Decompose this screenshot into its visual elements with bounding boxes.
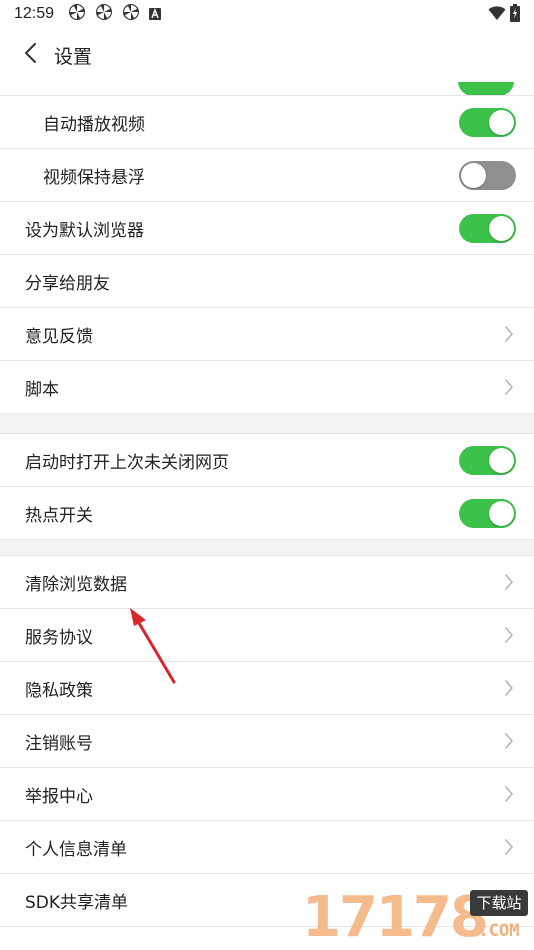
settings-row[interactable]: 举报中心 [0, 768, 534, 821]
settings-row[interactable]: 设为默认浏览器 [0, 202, 534, 255]
toggle-knob [489, 109, 514, 135]
watermark-suffix: .COM [478, 921, 520, 941]
settings-row[interactable]: 视频保持悬浮 [0, 149, 534, 202]
settings-row[interactable]: 隐私政策 [0, 662, 534, 715]
chevron-left-icon [23, 42, 37, 68]
settings-row[interactable]: 清除浏览数据 [0, 556, 534, 609]
pinwheel-icon [95, 3, 113, 25]
toggle-knob [489, 215, 514, 241]
status-time: 12:59 [14, 5, 55, 22]
settings-row-label: 视频保持悬浮 [43, 167, 145, 188]
settings-row[interactable]: 自动播放视频 [0, 96, 534, 149]
chevron-right-icon [502, 784, 516, 804]
settings-row[interactable]: 服务协议 [0, 609, 534, 662]
settings-row[interactable]: 脚本 [0, 361, 534, 414]
settings-row-label: 热点开关 [25, 505, 93, 526]
settings-row[interactable]: 启动时打开上次未关闭网页 [0, 434, 534, 487]
watermark-badge: 下载站 [470, 890, 528, 916]
pinwheel-icon [68, 3, 86, 25]
battery-icon [510, 4, 520, 26]
page-title: 设置 [54, 45, 93, 68]
chevron-right-icon [502, 837, 516, 857]
chevron-right-icon [502, 377, 516, 397]
settings-row-label: 注销账号 [25, 733, 93, 754]
pinwheel-icon [122, 3, 140, 25]
toggle-switch[interactable] [458, 82, 514, 95]
chevron-right-icon [502, 572, 516, 592]
toggle-knob [461, 162, 486, 188]
group-separator [0, 540, 534, 556]
settings-row-label: 服务协议 [25, 627, 93, 648]
group-separator [0, 414, 534, 434]
chevron-right-icon [502, 324, 516, 344]
settings-row-label: 启动时打开上次未关闭网页 [25, 452, 229, 473]
settings-list: 自动播放视频 视频保持悬浮设为默认浏览器 分享给朋友意见反馈脚本启动时打开上次未关闭… [0, 82, 534, 927]
settings-row-label: 意见反馈 [25, 326, 93, 347]
chevron-right-icon [502, 678, 516, 698]
settings-row[interactable]: 分享给朋友 [0, 255, 534, 308]
watermark: 17178 下载站 .COM [302, 886, 534, 950]
settings-row-label: 脚本 [25, 379, 59, 400]
status-right [488, 4, 520, 26]
settings-row-label: 分享给朋友 [25, 273, 110, 294]
annotation-arrow [130, 608, 176, 684]
toggle-knob [489, 447, 514, 473]
settings-row-label: 清除浏览数据 [25, 574, 127, 595]
toggle-switch[interactable] [459, 107, 516, 137]
settings-row[interactable]: 个人信息清单 [0, 821, 534, 874]
chevron-right-icon [502, 731, 516, 751]
toggle-switch[interactable] [459, 498, 516, 528]
settings-row-label: SDK共享清单 [25, 892, 129, 913]
toggle-switch[interactable] [459, 160, 516, 190]
settings-row-label: 举报中心 [25, 786, 93, 807]
settings-row-label: 设为默认浏览器 [25, 220, 144, 241]
settings-row[interactable]: 热点开关 [0, 487, 534, 540]
settings-row-label: 个人信息清单 [25, 839, 127, 860]
partial-row-above [0, 82, 534, 96]
back-button[interactable] [10, 35, 50, 75]
toggle-switch[interactable] [459, 445, 516, 475]
settings-row[interactable]: 注销账号 [0, 715, 534, 768]
a-square-icon [149, 5, 162, 24]
toggle-knob [489, 500, 514, 526]
settings-row-label: 隐私政策 [25, 680, 93, 701]
settings-row[interactable]: 意见反馈 [0, 308, 534, 361]
settings-row-label: 自动播放视频 [43, 114, 145, 135]
chevron-right-icon [502, 625, 516, 645]
app-header: 设置 [0, 28, 534, 82]
status-bar: 12:59 [0, 0, 534, 28]
wifi-icon [488, 5, 506, 25]
watermark-number: 17178 [302, 885, 489, 950]
toggle-switch[interactable] [459, 213, 516, 243]
